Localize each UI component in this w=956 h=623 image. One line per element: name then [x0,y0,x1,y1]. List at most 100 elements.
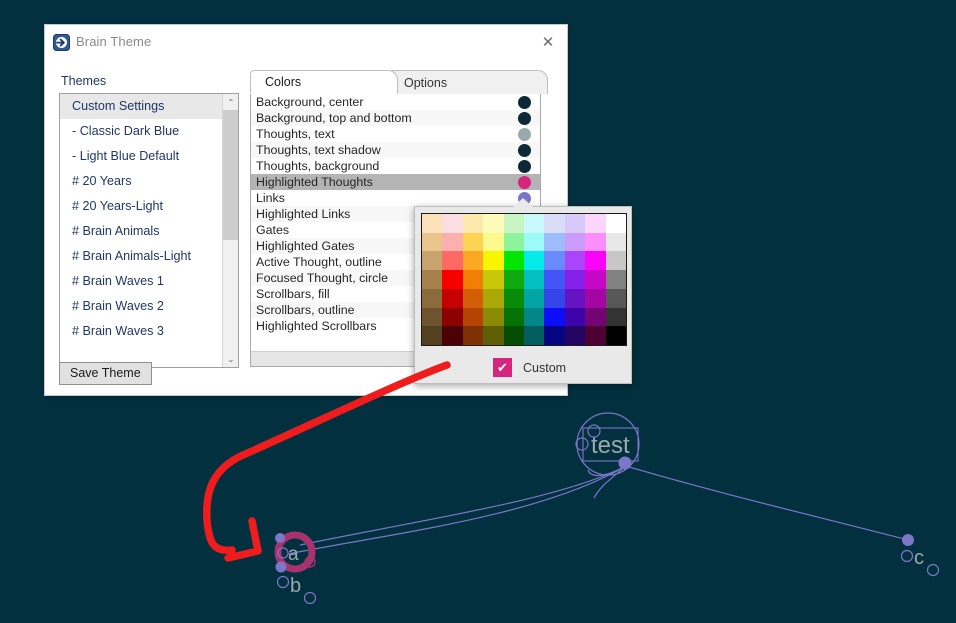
color-grid-cell[interactable] [422,270,442,289]
color-grid-cell[interactable] [565,233,585,252]
color-grid-cell[interactable] [585,289,605,308]
color-grid-cell[interactable] [463,251,483,270]
brain-node-test[interactable]: test [576,413,639,475]
scroll-down-icon[interactable]: ⌄ [223,351,239,367]
color-grid-cell[interactable] [524,270,544,289]
themes-list[interactable]: Custom Settings- Classic Dark Blue- Ligh… [60,94,223,367]
color-grid-cell[interactable] [585,270,605,289]
color-grid-cell[interactable] [606,270,626,289]
color-row[interactable]: Highlighted Thoughts [251,174,540,190]
color-grid-cell[interactable] [483,251,503,270]
color-row[interactable]: Background, center [251,94,540,110]
color-swatch[interactable] [518,144,531,157]
theme-item[interactable]: # 20 Years [60,169,223,194]
color-row[interactable]: Background, top and bottom [251,110,540,126]
color-grid-cell[interactable] [585,308,605,327]
theme-item[interactable]: - Light Blue Default [60,144,223,169]
theme-item[interactable]: # Brain Animals [60,219,223,244]
color-grid-cell[interactable] [483,326,503,345]
color-grid-cell[interactable] [504,214,524,233]
scroll-up-icon[interactable]: ⌃ [223,94,239,110]
color-picker-popup[interactable]: ✔ Custom [414,206,632,384]
color-grid-cell[interactable] [483,233,503,252]
save-theme-button[interactable]: Save Theme [59,362,152,385]
color-grid-cell[interactable] [585,214,605,233]
tab-colors[interactable]: Colors [250,70,398,94]
color-grid-cell[interactable] [565,308,585,327]
color-grid-cell[interactable] [483,214,503,233]
color-grid-cell[interactable] [585,233,605,252]
color-grid-cell[interactable] [442,214,462,233]
theme-item[interactable]: - Classic Dark Blue [60,119,223,144]
color-grid-cell[interactable] [483,270,503,289]
color-grid-cell[interactable] [524,308,544,327]
color-grid-cell[interactable] [585,251,605,270]
color-swatch[interactable] [518,128,531,141]
color-grid-cell[interactable] [524,233,544,252]
color-grid-cell[interactable] [565,270,585,289]
color-grid-cell[interactable] [463,308,483,327]
brain-node-c[interactable]: c [902,534,939,576]
color-grid-cell[interactable] [463,326,483,345]
color-grid-cell[interactable] [463,289,483,308]
theme-item[interactable]: # Brain Waves 3 [60,319,223,344]
close-icon[interactable]: ✕ [535,30,561,54]
color-grid-cell[interactable] [524,289,544,308]
tab-options[interactable]: Options [389,70,548,94]
color-grid-cell[interactable] [504,251,524,270]
color-grid-cell[interactable] [524,326,544,345]
color-grid-cell[interactable] [606,233,626,252]
color-grid-cell[interactable] [524,214,544,233]
color-grid-cell[interactable] [606,326,626,345]
color-swatch[interactable] [518,112,531,125]
theme-item[interactable]: # Brain Waves 2 [60,294,223,319]
color-swatch[interactable] [518,96,531,109]
scrollbar-thumb[interactable] [223,110,239,240]
color-grid-cell[interactable] [442,326,462,345]
themes-listbox[interactable]: Custom Settings- Classic Dark Blue- Ligh… [59,93,239,368]
color-swatch[interactable] [518,160,531,173]
color-grid-cell[interactable] [544,251,564,270]
color-grid-cell[interactable] [606,214,626,233]
custom-color-row[interactable]: ✔ Custom [415,358,631,377]
color-grid-cell[interactable] [463,214,483,233]
color-grid-cell[interactable] [585,326,605,345]
color-grid-cell[interactable] [606,289,626,308]
color-grid-cell[interactable] [544,233,564,252]
color-grid-cell[interactable] [422,289,442,308]
color-grid-cell[interactable] [544,289,564,308]
color-row[interactable]: Thoughts, background [251,158,540,174]
color-swatch-grid[interactable] [421,213,627,346]
color-grid-cell[interactable] [442,233,462,252]
color-grid-cell[interactable] [504,270,524,289]
color-grid-cell[interactable] [544,270,564,289]
color-grid-cell[interactable] [463,270,483,289]
color-grid-cell[interactable] [422,326,442,345]
color-grid-cell[interactable] [442,289,462,308]
brain-node-b[interactable]: b [278,575,316,604]
custom-checkbox[interactable]: ✔ [493,358,512,377]
color-grid-cell[interactable] [422,308,442,327]
color-grid-cell[interactable] [544,308,564,327]
dialog-titlebar[interactable]: Brain Theme ✕ [45,25,567,59]
brain-node-a[interactable]: a [275,533,315,573]
theme-item[interactable]: Custom Settings [60,94,223,119]
color-grid-cell[interactable] [544,326,564,345]
color-grid-cell[interactable] [442,308,462,327]
color-grid-cell[interactable] [422,214,442,233]
theme-item[interactable]: # Brain Animals-Light [60,244,223,269]
color-grid-cell[interactable] [442,251,462,270]
theme-item[interactable]: # 20 Years-Light [60,194,223,219]
color-row[interactable]: Links [251,190,540,206]
color-grid-cell[interactable] [544,214,564,233]
color-grid-cell[interactable] [463,233,483,252]
color-row[interactable]: Thoughts, text shadow [251,142,540,158]
color-grid-cell[interactable] [565,326,585,345]
color-grid-cell[interactable] [422,233,442,252]
color-grid-cell[interactable] [565,214,585,233]
color-grid-cell[interactable] [565,289,585,308]
color-grid-cell[interactable] [504,289,524,308]
color-grid-cell[interactable] [442,270,462,289]
color-grid-cell[interactable] [504,326,524,345]
theme-item[interactable]: # Brain Waves 1 [60,269,223,294]
